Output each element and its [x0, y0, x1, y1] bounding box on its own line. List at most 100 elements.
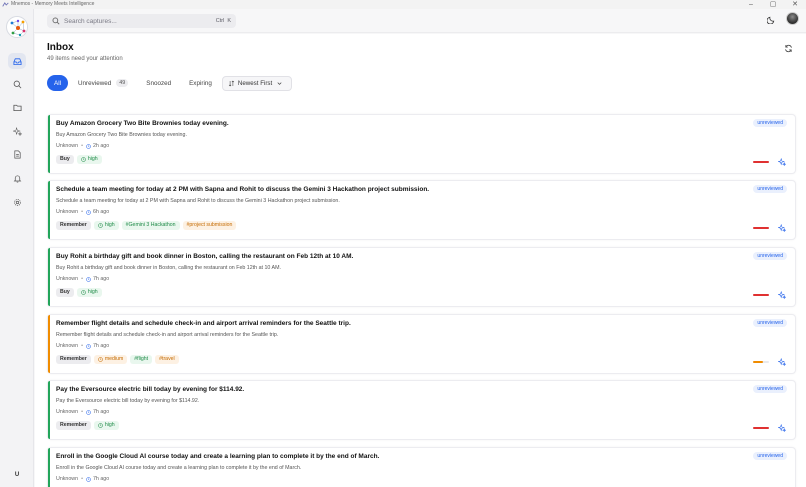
sidebar-item-notifications[interactable]: [8, 170, 26, 186]
card-tags: Remember high: [56, 421, 122, 430]
priority-accent-stripe: [48, 315, 50, 373]
theme-toggle-moon-icon[interactable]: [767, 15, 776, 24]
card-source: Unknown: [56, 276, 79, 282]
priority-tag[interactable]: high: [76, 288, 102, 297]
app-logo[interactable]: [6, 16, 28, 38]
card-source: Unknown: [56, 209, 79, 215]
action-tag[interactable]: Remember: [56, 355, 91, 364]
sidebar-item-inbox[interactable]: [8, 53, 26, 69]
window-title: Mnemos - Memory Meets Intelligence: [11, 1, 95, 7]
close-button[interactable]: ✕: [784, 0, 806, 9]
priority-accent-stripe: [48, 115, 50, 173]
shortcut-ctrl: Ctrl: [215, 18, 225, 24]
inbox-icon: [12, 57, 22, 65]
hashtag[interactable]: #flight: [130, 355, 153, 364]
sidebar: U: [0, 9, 34, 487]
priority-label: high: [87, 156, 98, 162]
filter-expiring[interactable]: Expiring: [181, 75, 220, 91]
inbox-card[interactable]: Enroll in the Google Cloud AI course tod…: [47, 447, 796, 487]
filter-snoozed[interactable]: Snoozed: [138, 75, 179, 91]
sidebar-item-search[interactable]: [8, 76, 26, 92]
main-content: Inbox 49 items need your attention All U…: [35, 34, 806, 487]
action-tag[interactable]: Remember: [56, 221, 91, 230]
clock-icon: [86, 143, 91, 149]
filter-bar: All Unreviewed 49 Snoozed Expiring Newest…: [47, 75, 293, 91]
priority-bar: [753, 427, 769, 429]
search-placeholder: Search captures...: [64, 17, 117, 25]
priority-accent-stripe: [48, 381, 50, 439]
card-time: 7h ago: [92, 476, 110, 482]
hashtag[interactable]: #project submission: [182, 221, 237, 230]
sidebar-item-documents[interactable]: [8, 146, 26, 162]
card-description: Pay the Eversource electric bill today b…: [56, 398, 200, 404]
app-icon: [2, 1, 9, 7]
filter-unreviewed[interactable]: Unreviewed 49: [70, 75, 136, 91]
sort-label: Newest First: [237, 79, 273, 87]
status-badge: unreviewed: [753, 452, 787, 460]
clock-icon: [86, 409, 91, 415]
card-description: Buy Rohit a birthday gift and book dinne…: [56, 265, 281, 271]
user-initial-avatar[interactable]: U: [11, 469, 23, 481]
sidebar-item-ai[interactable]: [8, 123, 26, 139]
hashtag[interactable]: #Gemini 3 Hackathon: [121, 221, 180, 230]
action-tag[interactable]: Remember: [56, 421, 91, 430]
sort-dropdown[interactable]: Newest First: [221, 75, 293, 91]
status-badge: unreviewed: [753, 252, 787, 260]
filter-expiring-label: Expiring: [189, 79, 212, 87]
inbox-card[interactable]: Buy Rohit a birthday gift and book dinne…: [47, 247, 796, 307]
ai-sparkle-icon[interactable]: [778, 158, 786, 166]
status-badge: unreviewed: [753, 119, 787, 127]
card-description: Buy Amazon Grocery Two Bite Brownies tod…: [56, 132, 187, 138]
search-input[interactable]: Search captures... Ctrl K: [47, 14, 236, 28]
card-time: 7h ago: [92, 409, 110, 415]
card-time: 7h ago: [92, 276, 110, 282]
priority-bar: [753, 294, 769, 296]
user-avatar[interactable]: [786, 12, 799, 25]
inbox-card[interactable]: Remember flight details and schedule che…: [47, 314, 796, 374]
sidebar-item-folders[interactable]: [8, 99, 26, 115]
card-title[interactable]: Schedule a team meeting for today at 2 P…: [56, 186, 429, 193]
filter-all[interactable]: All: [47, 75, 68, 91]
card-title[interactable]: Pay the Eversource electric bill today b…: [56, 386, 244, 393]
sidebar-item-settings[interactable]: [8, 194, 26, 210]
card-meta: Unknown • 7h ago: [56, 276, 109, 282]
ai-sparkle-icon[interactable]: [778, 224, 786, 232]
priority-bar-fill: [753, 294, 769, 296]
meta-separator: •: [81, 209, 83, 215]
priority-label: high: [87, 289, 98, 295]
inbox-card[interactable]: Schedule a team meeting for today at 2 P…: [47, 180, 796, 240]
ai-sparkle-icon[interactable]: [778, 358, 786, 366]
maximize-button[interactable]: ▢: [762, 0, 784, 9]
status-badge: unreviewed: [753, 185, 787, 193]
minimize-button[interactable]: –: [740, 0, 762, 9]
hashtag[interactable]: #travel: [155, 355, 179, 364]
priority-tag[interactable]: high: [76, 155, 102, 164]
priority-tag[interactable]: medium: [93, 355, 128, 364]
priority-accent-stripe: [48, 248, 50, 306]
status-badge: unreviewed: [753, 385, 787, 393]
unreviewed-count-badge: 49: [116, 79, 129, 87]
action-tag[interactable]: Buy: [56, 155, 74, 164]
refresh-icon[interactable]: [784, 44, 793, 53]
priority-bar-fill: [753, 361, 763, 363]
inbox-card[interactable]: Pay the Eversource electric bill today b…: [47, 380, 796, 440]
priority-tag[interactable]: high: [93, 221, 119, 230]
priority-bar-fill: [753, 427, 769, 429]
clock-icon: [81, 157, 86, 162]
clock-icon: [86, 276, 91, 282]
ai-sparkle-icon[interactable]: [778, 291, 786, 299]
priority-label: high: [104, 222, 115, 228]
inbox-card[interactable]: Buy Amazon Grocery Two Bite Brownies tod…: [47, 114, 796, 174]
action-tag[interactable]: Buy: [56, 288, 74, 297]
priority-accent-stripe: [48, 448, 50, 487]
status-badge: unreviewed: [753, 319, 787, 327]
clock-icon: [98, 423, 103, 428]
priority-tag[interactable]: high: [93, 421, 119, 430]
card-title[interactable]: Buy Rohit a birthday gift and book dinne…: [56, 253, 353, 260]
clock-icon: [86, 209, 91, 215]
card-title[interactable]: Enroll in the Google Cloud AI course tod…: [56, 453, 379, 460]
card-title[interactable]: Remember flight details and schedule che…: [56, 320, 351, 327]
ai-sparkle-icon[interactable]: [778, 424, 786, 432]
card-title[interactable]: Buy Amazon Grocery Two Bite Brownies tod…: [56, 120, 229, 127]
gear-icon: [13, 198, 21, 206]
